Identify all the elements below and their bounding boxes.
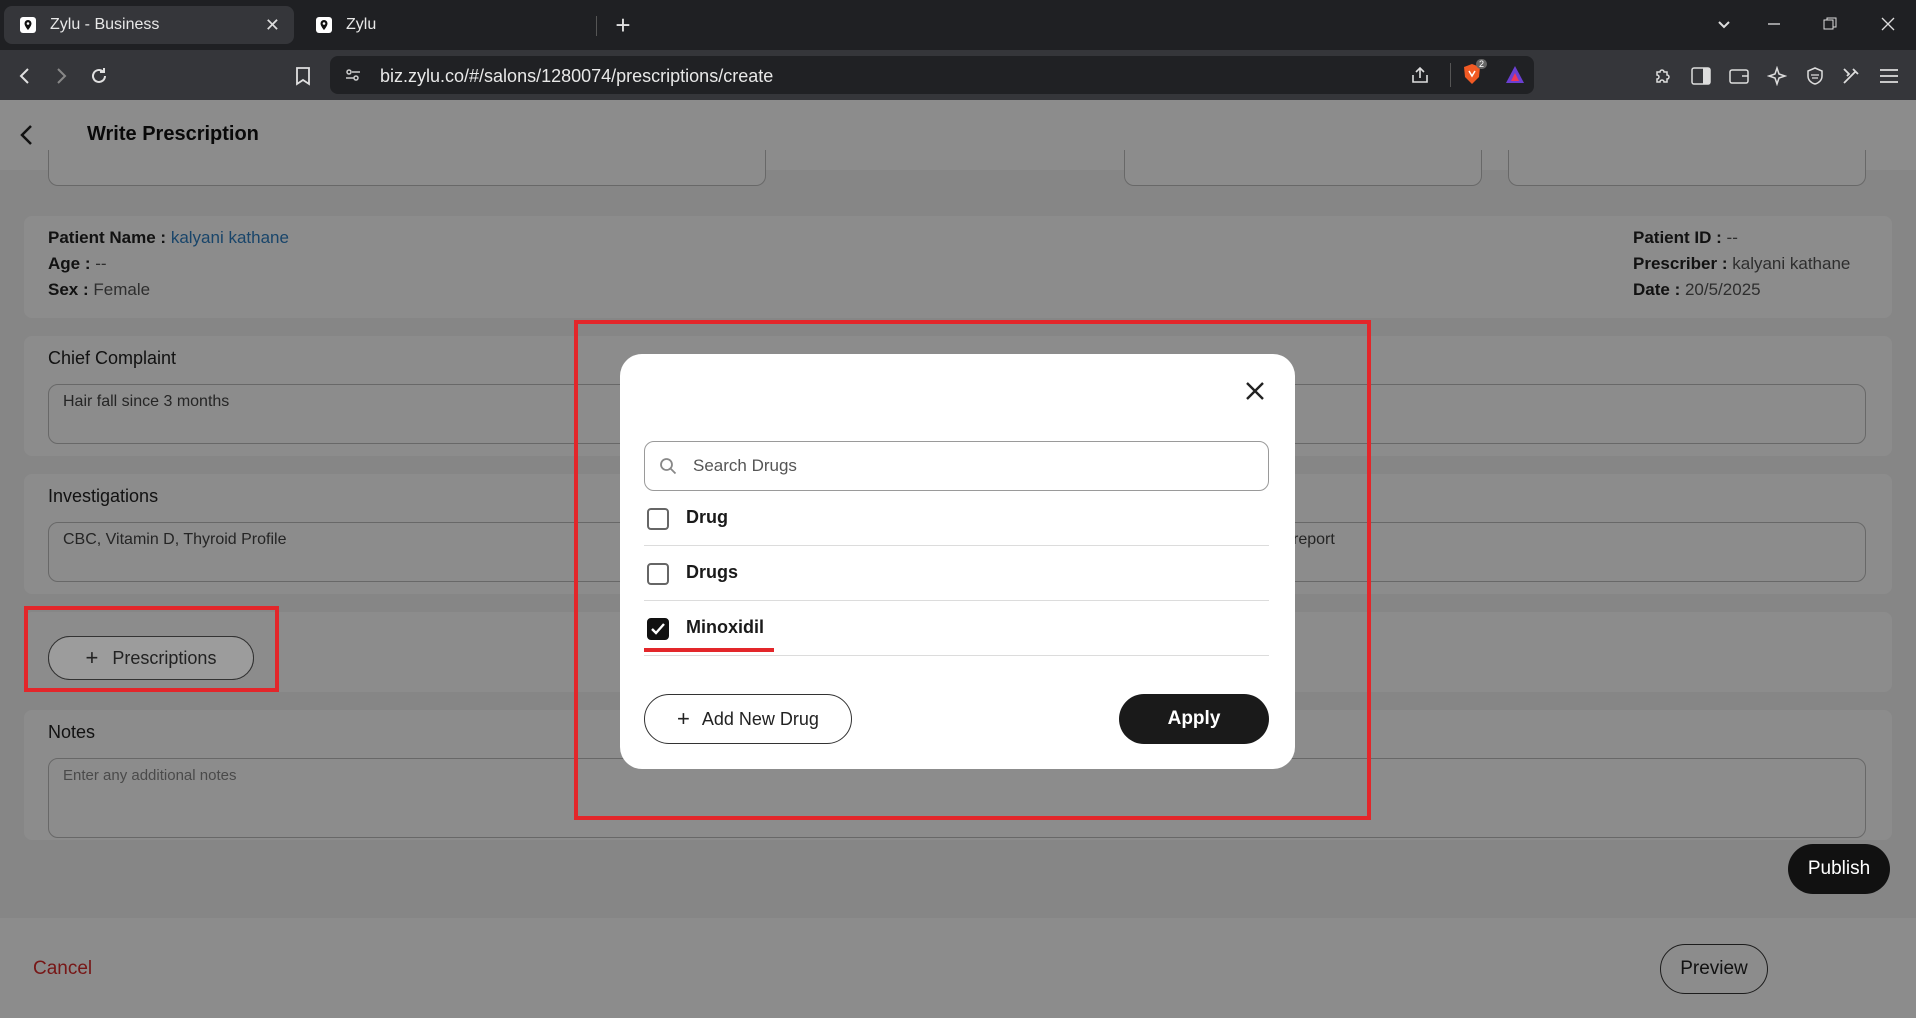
apply-button[interactable]: Apply <box>1119 694 1269 744</box>
sidebar-icon[interactable] <box>1686 61 1716 91</box>
modal-close-icon[interactable] <box>1240 376 1270 406</box>
plus-icon: + <box>677 706 690 731</box>
tab-zylu[interactable]: Zylu <box>300 6 596 44</box>
back-icon[interactable] <box>10 61 40 91</box>
tab-title: Zylu <box>346 16 377 33</box>
window-close-icon[interactable] <box>1868 8 1908 40</box>
tab-close-icon[interactable]: ✕ <box>265 15 280 36</box>
publish-button[interactable]: Publish <box>1788 844 1890 894</box>
tab-separator <box>596 16 597 36</box>
tab-zylu-business[interactable]: Zylu - Business ✕ <box>4 6 294 44</box>
new-tab-plus-icon[interactable]: + <box>608 10 638 40</box>
site-settings-icon[interactable] <box>344 66 362 89</box>
omnibox-divider <box>1450 63 1451 87</box>
drug-option-label: Drugs <box>686 562 739 582</box>
share-icon[interactable] <box>1410 65 1430 90</box>
omnibox[interactable]: biz.zylu.co/#/salons/1280074/prescriptio… <box>330 56 1534 94</box>
minoxidil-checkbox[interactable] <box>647 618 669 640</box>
add-new-drug-label: Add New Drug <box>701 708 819 729</box>
checkmark-icon <box>651 623 665 635</box>
search-icon <box>659 457 679 477</box>
drug-search-input[interactable] <box>693 452 1253 480</box>
browser-tab-bar: Zylu - Business ✕ Zylu + <box>0 0 1916 50</box>
forward-icon[interactable] <box>46 61 76 91</box>
url-text: biz.zylu.co/#/salons/1280074/prescriptio… <box>380 66 774 86</box>
select-drugs-modal: Drug Drugs Minoxidil + Add New Drug Appl… <box>620 354 1295 769</box>
drug-option-label: Drug <box>686 507 728 527</box>
tools-icon[interactable] <box>1836 61 1866 91</box>
plus-icon: + <box>85 645 99 670</box>
shield-count-badge: 2 <box>1476 59 1488 69</box>
extensions-puzzle-icon[interactable] <box>1648 61 1678 91</box>
zylu-favicon-icon <box>314 15 334 35</box>
drug-option-label: Minoxidil <box>686 617 764 637</box>
drug-option-drug[interactable]: Drug <box>644 491 1269 546</box>
leo-ai-icon[interactable] <box>1762 61 1792 91</box>
brave-rewards-icon[interactable] <box>1504 64 1526 91</box>
prescriptions-button-highlighted[interactable]: + Prescriptions <box>48 636 254 680</box>
minoxidil-highlight-underline <box>644 648 774 652</box>
zylu-favicon-icon <box>18 15 38 35</box>
drugs-checkbox[interactable] <box>647 563 669 585</box>
prescriptions-label: Prescriptions <box>112 647 217 668</box>
bookmark-icon[interactable] <box>288 61 318 91</box>
add-new-drug-button[interactable]: + Add New Drug <box>644 694 852 744</box>
drug-checkbox[interactable] <box>647 508 669 530</box>
tab-search-chevron-icon[interactable] <box>1704 8 1744 40</box>
wallet-icon[interactable] <box>1724 61 1754 91</box>
address-bar-row: biz.zylu.co/#/salons/1280074/prescriptio… <box>0 50 1916 100</box>
restore-icon[interactable] <box>1810 8 1850 40</box>
reload-icon[interactable] <box>84 61 114 91</box>
menu-hamburger-icon[interactable] <box>1874 61 1904 91</box>
tab-title: Zylu - Business <box>50 16 160 33</box>
minimize-icon[interactable] <box>1754 8 1794 40</box>
vpn-shield-icon[interactable] <box>1800 61 1830 91</box>
drug-search-field[interactable] <box>644 441 1269 491</box>
drug-option-drugs[interactable]: Drugs <box>644 546 1269 601</box>
